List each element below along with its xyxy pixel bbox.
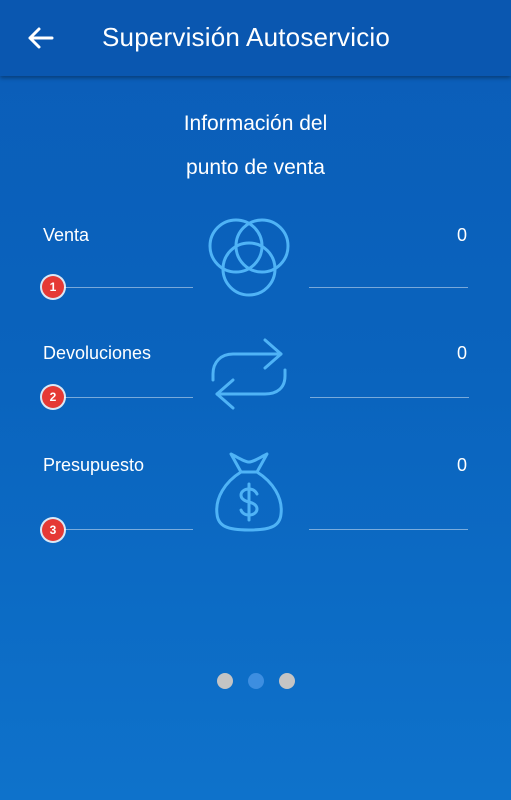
- divider-left: [55, 397, 193, 398]
- divider-left: [55, 529, 193, 530]
- venn-circles-icon: [203, 216, 295, 306]
- divider-right: [309, 529, 468, 530]
- metric-row-presupuesto: Presupuesto 0 3: [0, 448, 511, 548]
- metric-row-venta: Venta 0 1: [0, 218, 511, 318]
- arrow-left-icon: [28, 27, 54, 49]
- step-badge: 3: [42, 519, 64, 541]
- metric-row-devoluciones: Devoluciones 0 2: [0, 336, 511, 436]
- step-badge: 2: [42, 386, 64, 408]
- section-subtitle: Información del punto de venta: [0, 102, 511, 190]
- divider-left: [55, 287, 193, 288]
- metric-value: 0: [456, 343, 467, 363]
- metric-value: 0: [456, 455, 467, 475]
- page-dot-3[interactable]: [278, 673, 295, 689]
- app-bar: Supervisión Autoservicio: [0, 0, 511, 76]
- subtitle-line-1: Información del: [183, 112, 328, 135]
- metric-label: Devoluciones: [43, 343, 152, 363]
- page-indicator: [0, 673, 511, 689]
- divider-right: [309, 287, 468, 288]
- step-badge: 1: [42, 276, 64, 298]
- divider-right: [310, 397, 469, 398]
- page-title: Supervisión Autoservicio: [102, 22, 391, 52]
- metric-label: Venta: [43, 225, 90, 245]
- page-dot-2-active[interactable]: [247, 673, 264, 689]
- metric-value: 0: [456, 225, 467, 245]
- repeat-arrows-icon: [203, 336, 295, 426]
- page-dot-1[interactable]: [216, 673, 233, 689]
- back-button[interactable]: [20, 20, 60, 56]
- money-bag-icon: [203, 448, 295, 538]
- metric-label: Presupuesto: [43, 455, 145, 475]
- subtitle-line-2: punto de venta: [186, 156, 325, 179]
